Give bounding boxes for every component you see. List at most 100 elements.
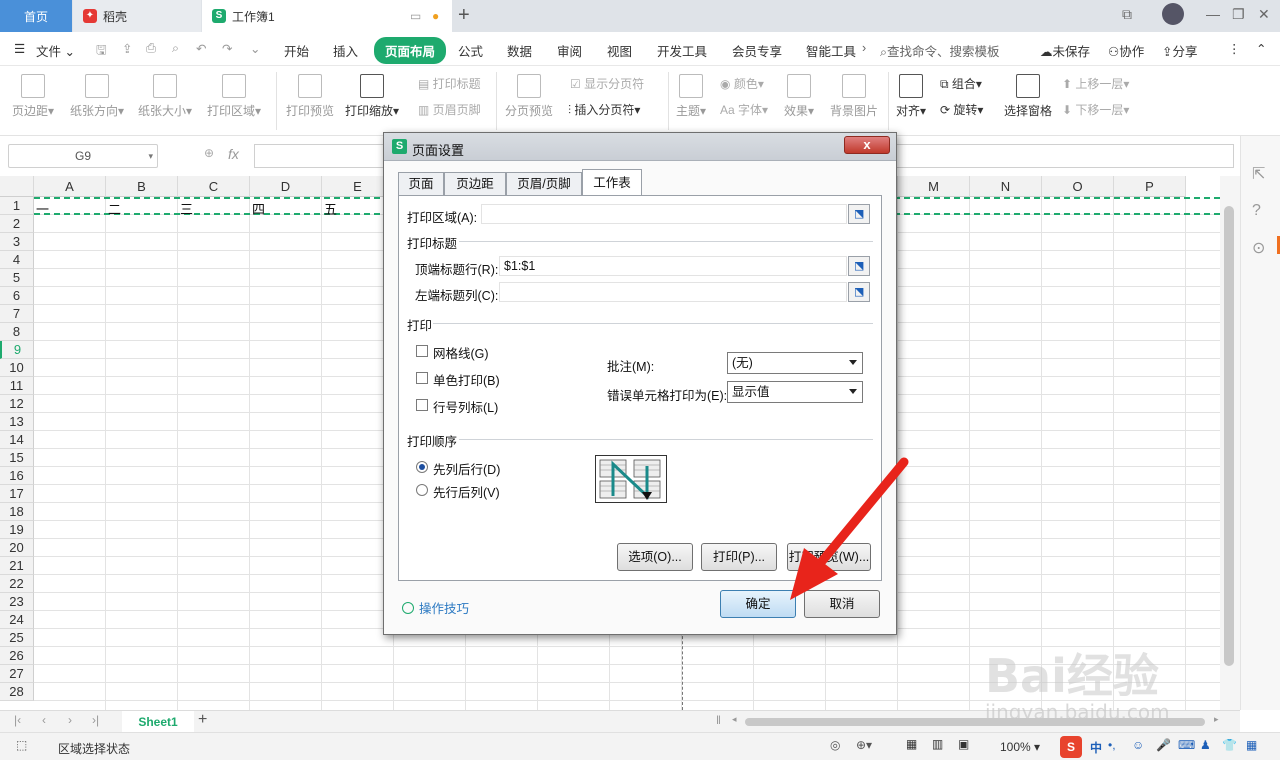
last-sheet-icon[interactable]: ›| <box>92 713 99 727</box>
print-titles-button[interactable]: ▤ 打印标题 <box>418 75 481 92</box>
hamburger-icon[interactable]: ☰ <box>14 41 25 56</box>
row-header-27[interactable]: 27 <box>0 665 34 683</box>
row-header-16[interactable]: 16 <box>0 467 34 485</box>
monochrome-checkbox[interactable] <box>416 372 428 384</box>
row-header-5[interactable]: 5 <box>0 269 34 287</box>
export-icon[interactable]: ⇪ <box>122 41 132 56</box>
scroll-right-icon[interactable]: ▸ <box>1214 714 1219 725</box>
column-header-m[interactable]: M <box>898 176 970 197</box>
dialog-tab-margins[interactable]: 页边距 <box>444 172 506 195</box>
row-header-21[interactable]: 21 <box>0 557 34 575</box>
row-header-26[interactable]: 26 <box>0 647 34 665</box>
share-button[interactable]: ⇪分享 <box>1162 41 1198 60</box>
minimize-icon[interactable]: — <box>1206 6 1220 22</box>
row-header-7[interactable]: 7 <box>0 305 34 323</box>
avatar[interactable] <box>1162 3 1184 25</box>
tab-daoke[interactable]: ✦ 稻壳 <box>73 0 201 32</box>
screen-icon[interactable]: ▭ <box>410 9 421 23</box>
print-icon[interactable]: ⎙ <box>146 41 156 56</box>
search-command[interactable]: ⌕查找命令、搜索模板 <box>880 41 1000 60</box>
ime-keyboard-icon[interactable]: ⌨ <box>1178 738 1195 752</box>
ime-shirt-icon[interactable]: 👕 <box>1222 738 1237 752</box>
row-header-25[interactable]: 25 <box>0 629 34 647</box>
row-header-14[interactable]: 14 <box>0 431 34 449</box>
menu-more-icon[interactable]: › <box>862 41 866 55</box>
row-header-10[interactable]: 10 <box>0 359 34 377</box>
column-header-d[interactable]: D <box>250 176 322 197</box>
row-header-17[interactable]: 17 <box>0 485 34 503</box>
cell-a1[interactable]: 一 <box>36 199 49 218</box>
row-header-19[interactable]: 19 <box>0 521 34 539</box>
fonts-button[interactable]: Aa 字体▾ <box>720 101 768 118</box>
print-area-input[interactable] <box>481 204 847 224</box>
menu-start[interactable]: 开始 <box>284 41 309 60</box>
normal-view-icon[interactable]: ▦ <box>906 737 917 751</box>
row-header-28[interactable]: 28 <box>0 683 34 701</box>
menu-data[interactable]: 数据 <box>507 41 532 60</box>
column-header-b[interactable]: B <box>106 176 178 197</box>
zoom-level[interactable]: 100% ▾ <box>1000 740 1040 754</box>
errors-select[interactable]: 显示值 <box>727 381 863 403</box>
row-header-6[interactable]: 6 <box>0 287 34 305</box>
send-backward-button[interactable]: ⬇ 下移一层▾ <box>1062 101 1129 118</box>
row-header-23[interactable]: 23 <box>0 593 34 611</box>
vertical-scroll-thumb[interactable] <box>1224 206 1234 666</box>
column-header-n[interactable]: N <box>970 176 1042 197</box>
row-header-2[interactable]: 2 <box>0 215 34 233</box>
menu-member[interactable]: 会员专享 <box>732 41 782 60</box>
print-preview-button[interactable]: 打印预览 <box>286 74 334 119</box>
row-header-8[interactable]: 8 <box>0 323 34 341</box>
sogou-ime-icon[interactable]: S <box>1060 736 1082 758</box>
ime-skin-icon[interactable]: ♟ <box>1200 738 1211 752</box>
share-panel-icon[interactable]: ⊙ <box>1252 238 1265 258</box>
gridlines-checkbox[interactable] <box>416 345 428 357</box>
selection-pane-button[interactable]: 选择窗格 <box>1004 74 1052 119</box>
group-button[interactable]: ⧉ 组合▾ <box>940 75 982 92</box>
header-footer-button[interactable]: ▥ 页眉页脚 <box>418 101 481 118</box>
fx-icon[interactable]: fx <box>228 146 239 162</box>
save-icon[interactable]: 🖫 <box>96 41 107 62</box>
row-header-15[interactable]: 15 <box>0 449 34 467</box>
row-header-12[interactable]: 12 <box>0 395 34 413</box>
redo-icon[interactable]: ↷ <box>222 41 232 56</box>
paper-size-button[interactable]: 纸张大小▾ <box>138 74 192 119</box>
ime-voice-icon[interactable]: 🎤 <box>1156 738 1171 752</box>
orientation-button[interactable]: 纸张方向▾ <box>70 74 124 119</box>
menu-smart-tools[interactable]: 智能工具 <box>806 41 862 60</box>
page-break-preview-button[interactable]: 分页预览 <box>505 74 553 119</box>
row-col-headings-checkbox[interactable] <box>416 399 428 411</box>
row-header-3[interactable]: 3 <box>0 233 34 251</box>
row-header-24[interactable]: 24 <box>0 611 34 629</box>
theme-button[interactable]: 主题▾ <box>676 74 706 119</box>
dialog-tab-header-footer[interactable]: 页眉/页脚 <box>506 172 582 195</box>
background-image-button[interactable]: 背景图片 <box>830 74 878 119</box>
left-cols-input[interactable] <box>499 282 847 302</box>
add-sheet-button[interactable]: + <box>198 711 207 729</box>
restore-icon[interactable]: ❐ <box>1232 6 1245 23</box>
row-header-11[interactable]: 11 <box>0 377 34 395</box>
page-layout-view-icon[interactable]: ▥ <box>932 737 943 751</box>
column-header-o[interactable]: O <box>1042 176 1114 197</box>
menu-insert[interactable]: 插入 <box>333 41 358 60</box>
scroll-left-icon[interactable]: ◂ <box>732 714 737 725</box>
row-header-4[interactable]: 4 <box>0 251 34 269</box>
top-rows-input[interactable]: $1:$1 <box>499 256 847 276</box>
cursor-select-icon[interactable]: ⇱ <box>1252 164 1265 184</box>
collab-button[interactable]: ⚇协作 <box>1108 41 1144 60</box>
ime-mode[interactable]: 中 <box>1090 739 1102 756</box>
column-header-c[interactable]: C <box>178 176 250 197</box>
print-area-picker-button[interactable]: ⬔ <box>848 204 870 224</box>
print-scale-button[interactable]: 打印缩放▾ <box>345 74 399 119</box>
effects-button[interactable]: 效果▾ <box>784 74 814 119</box>
tab-home[interactable]: 首页 <box>0 0 72 32</box>
row-header-13[interactable]: 13 <box>0 413 34 431</box>
help-icon[interactable]: ? <box>1252 202 1261 220</box>
over-then-down-radio[interactable] <box>416 484 428 496</box>
margins-button[interactable]: 页边距▾ <box>12 74 54 119</box>
next-sheet-icon[interactable]: › <box>68 713 72 727</box>
cell-b1[interactable]: 二 <box>108 199 121 218</box>
name-box-dropdown-icon[interactable]: ▾ <box>148 145 153 167</box>
vertical-scrollbar[interactable] <box>1220 176 1240 710</box>
tips-link[interactable]: 操作技巧 <box>402 598 469 617</box>
row-header-9[interactable]: 9 <box>0 341 34 359</box>
